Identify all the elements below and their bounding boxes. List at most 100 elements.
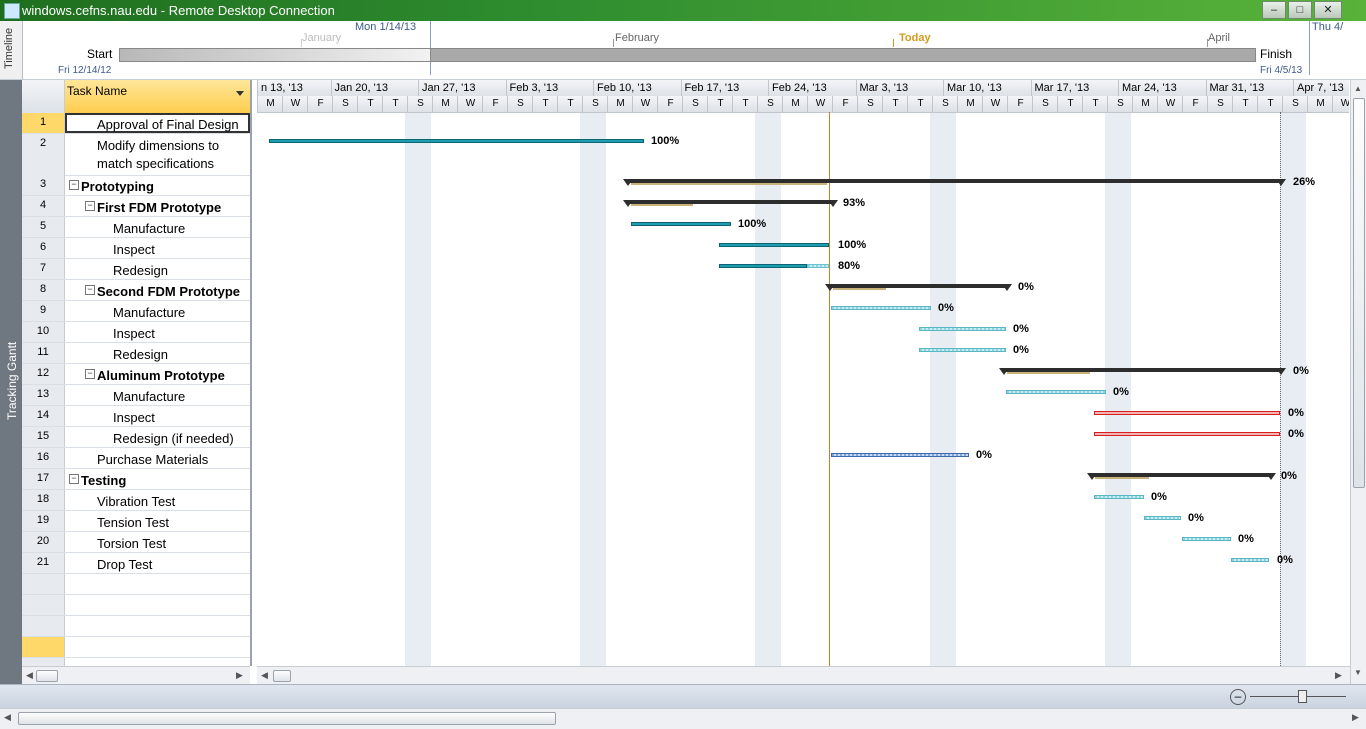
vertical-scrollbar[interactable]: ▲ ▼ [1350,80,1366,684]
table-row[interactable]: 8 − Second FDM Prototype [22,280,250,301]
row-number[interactable]: 1 [22,113,65,133]
task-name-column-header[interactable]: Task Name [65,80,250,114]
chart-scroll-thumb[interactable] [273,670,291,682]
close-button[interactable]: ✕ [1314,1,1342,19]
row-number[interactable] [22,574,65,594]
table-row[interactable]: 5 Manufacture [22,217,250,238]
row-number[interactable]: 5 [22,217,65,237]
dropdown-arrow-icon[interactable] [236,91,244,96]
table-row[interactable]: 16 Purchase Materials [22,448,250,469]
row-number[interactable]: 18 [22,490,65,510]
scroll-up-icon[interactable]: ▲ [1354,84,1362,93]
scroll-left-icon[interactable]: ◀ [26,670,33,681]
task-progress-bar[interactable] [631,222,731,226]
collapse-icon[interactable]: − [85,369,95,379]
task-name-cell[interactable]: − Prototyping [65,175,250,195]
row-number[interactable]: 15 [22,427,65,447]
row-number[interactable]: 20 [22,532,65,552]
scroll-right-icon[interactable]: ▶ [236,670,243,681]
row-number[interactable]: 6 [22,238,65,258]
empty-row[interactable] [22,658,250,666]
row-number[interactable] [22,658,65,666]
table-scroll-thumb[interactable] [36,670,58,682]
task-name-cell[interactable]: Vibration Test [65,490,250,510]
vertical-scroll-thumb[interactable] [1353,98,1365,488]
task-bar[interactable] [1144,516,1181,520]
table-row[interactable]: 11 Redesign [22,343,250,364]
row-number[interactable] [22,616,65,636]
critical-task-bar[interactable] [1094,411,1280,415]
task-name-cell[interactable]: Tension Test [65,511,250,531]
task-name-cell[interactable]: − Aluminum Prototype [65,364,250,384]
scroll-left-icon[interactable]: ◀ [261,670,268,681]
task-bar[interactable] [831,306,931,310]
scroll-left-icon[interactable]: ◀ [4,712,11,723]
table-row[interactable]: 13 Manufacture [22,385,250,406]
select-all-header[interactable] [22,80,65,114]
table-row[interactable]: 6 Inspect [22,238,250,259]
row-number[interactable]: 4 [22,196,65,216]
task-name-cell[interactable]: Manufacture [65,217,250,237]
remote-desktop-scrollbar[interactable]: ◀ ▶ [0,708,1366,729]
row-number[interactable]: 12 [22,364,65,384]
maximize-button[interactable]: □ [1288,1,1312,19]
critical-task-bar[interactable] [1094,432,1280,436]
table-row[interactable]: 20 Torsion Test [22,532,250,553]
empty-row[interactable] [22,616,250,637]
baseline-bar[interactable] [1095,477,1149,479]
row-number[interactable]: 9 [22,301,65,321]
task-name-cell[interactable]: Inspect [65,322,250,342]
table-row[interactable]: 17 − Testing [22,469,250,490]
row-number[interactable]: 14 [22,406,65,426]
task-name-cell[interactable]: Inspect [65,406,250,426]
chart-horizontal-scrollbar[interactable]: ◀ ▶ [257,666,1350,685]
task-bar[interactable] [1182,537,1231,541]
row-number[interactable]: 8 [22,280,65,300]
table-row[interactable]: 19 Tension Test [22,511,250,532]
task-remaining-bar[interactable] [807,264,829,268]
task-bar[interactable] [919,327,1006,331]
task-name-cell[interactable]: Drop Test [65,553,250,573]
row-number[interactable]: 17 [22,469,65,489]
task-progress-bar[interactable] [269,139,644,143]
task-bar[interactable] [831,453,969,457]
row-number[interactable]: 7 [22,259,65,279]
task-progress-bar[interactable] [719,243,829,247]
task-name-cell[interactable]: Purchase Materials [65,448,250,468]
task-name-cell[interactable]: − Testing [65,469,250,489]
table-row[interactable]: 10 Inspect [22,322,250,343]
timeline-side-tab[interactable]: Timeline [0,21,23,79]
row-number[interactable]: 19 [22,511,65,531]
row-number[interactable]: 13 [22,385,65,405]
row-number[interactable] [22,595,65,615]
minimize-button[interactable]: – [1262,1,1286,19]
task-bar[interactable] [1231,558,1269,562]
scroll-down-icon[interactable]: ▼ [1354,668,1362,677]
table-row[interactable]: 15 Redesign (if needed) [22,427,250,448]
baseline-bar[interactable] [833,288,887,290]
task-name-cell[interactable]: Redesign [65,259,250,279]
table-row[interactable]: 7 Redesign [22,259,250,280]
task-name-cell[interactable]: − First FDM Prototype [65,196,250,216]
collapse-icon[interactable]: − [69,474,79,484]
baseline-bar[interactable] [631,183,828,185]
task-name-cell[interactable]: Inspect [65,238,250,258]
table-row[interactable]: 4 − First FDM Prototype [22,196,250,217]
row-number[interactable] [22,637,65,657]
zoom-out-icon[interactable]: – [1230,689,1246,705]
view-bar[interactable]: Tracking Gantt [0,80,22,684]
task-name-cell[interactable]: − Second FDM Prototype [65,280,250,300]
collapse-icon[interactable]: − [69,180,79,190]
empty-row[interactable] [22,595,250,616]
baseline-bar[interactable] [631,204,693,206]
row-number[interactable]: 2 [22,134,65,175]
task-bar[interactable] [1094,495,1144,499]
table-row[interactable]: 9 Manufacture [22,301,250,322]
baseline-bar[interactable] [1007,372,1091,374]
task-name-cell[interactable]: Modify dimensions to match specification… [65,134,250,175]
scroll-right-icon[interactable]: ▶ [1335,670,1342,681]
task-progress-bar[interactable] [719,264,807,268]
table-row[interactable]: 21 Drop Test [22,553,250,574]
zoom-slider-thumb[interactable] [1298,690,1307,703]
table-row[interactable]: 14 Inspect [22,406,250,427]
